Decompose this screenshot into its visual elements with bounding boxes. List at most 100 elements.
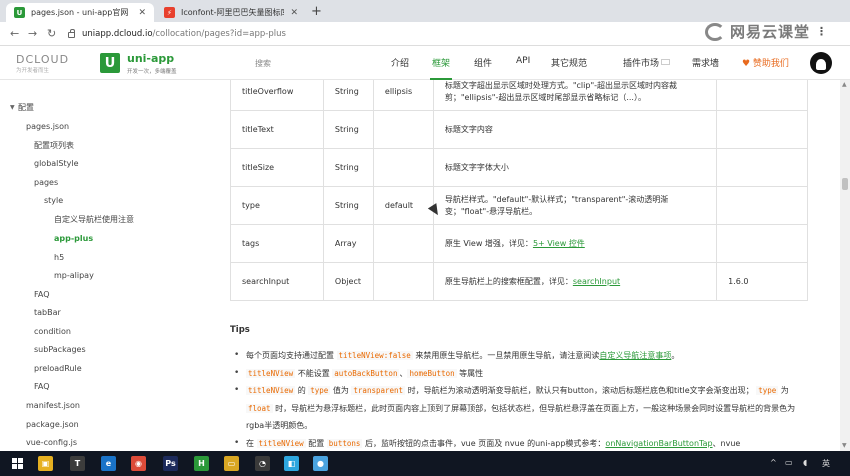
- inline-code: titleNView: [256, 438, 306, 448]
- windows-start-icon[interactable]: [12, 458, 23, 469]
- files-icon[interactable]: ▣: [38, 456, 53, 471]
- custom-nav-notes-link[interactable]: 自定义导航注意事项: [599, 351, 671, 360]
- cell-version: [716, 148, 808, 187]
- browser-tab-uniapp[interactable]: U pages.json - uni-app官网 ✕: [6, 3, 154, 22]
- inline-code: type: [308, 386, 331, 395]
- edge-icon[interactable]: e: [101, 456, 116, 471]
- search-input[interactable]: 搜索: [247, 52, 367, 74]
- cell-type: String: [322, 110, 374, 149]
- sidebar-item-h5[interactable]: h5: [54, 253, 64, 262]
- nav-plugin-market-label: 插件市场: [623, 59, 660, 69]
- sidebar-item-subpackages[interactable]: subPackages: [34, 345, 86, 354]
- watermark-text: 网易云课堂: [730, 23, 811, 41]
- tip-text: 配置: [305, 438, 327, 448]
- sidebar-item-condition[interactable]: condition: [34, 327, 71, 336]
- tab-title: Iconfont-阿里巴巴矢量图标库: [181, 8, 285, 17]
- folder-icon[interactable]: ▭: [224, 456, 239, 471]
- sidebar-item-faq[interactable]: FAQ: [34, 290, 50, 299]
- tip-text: 每个页面均支持通过配置: [246, 351, 337, 360]
- tips-list: 每个页面均支持通过配置 titleNView:false 来禁用原生导航栏。一旦…: [232, 347, 812, 451]
- network-icon[interactable]: ▭: [785, 458, 793, 467]
- back-arrow-icon[interactable]: ←: [10, 27, 19, 40]
- sidebar-item-config-list[interactable]: 配置项列表: [34, 140, 74, 151]
- volume-icon[interactable]: ◖: [803, 458, 807, 467]
- sidebar-item-pages-json[interactable]: pages.json: [26, 122, 69, 131]
- searchinput-link[interactable]: searchInput: [573, 277, 620, 286]
- github-icon[interactable]: [810, 52, 832, 74]
- dcloud-slogan: 为开发者而生: [16, 68, 50, 74]
- uniapp-logo-icon[interactable]: U: [100, 53, 120, 73]
- browser-tab-iconfont[interactable]: ⚡ Iconfont-阿里巴巴矢量图标库 ✕: [156, 3, 306, 22]
- sidebar-item-manifest-json[interactable]: manifest.json: [26, 401, 80, 410]
- nav-api[interactable]: API: [516, 56, 530, 66]
- page-scrollbar[interactable]: [840, 80, 850, 451]
- table-row: titleOverflow String ellipsis 标题文字超出显示区域…: [230, 80, 808, 111]
- inline-code: titleNView: [246, 386, 296, 395]
- cell-description: 原生导航栏上的搜索框配置，详见：searchInput: [432, 262, 718, 301]
- main-content: titleOverflow String ellipsis 标题文字超出显示区域…: [185, 80, 840, 451]
- sidebar-item-mp-alipay[interactable]: mp-alipay: [54, 271, 94, 280]
- sidebar-item-faq-2[interactable]: FAQ: [34, 382, 50, 391]
- photoshop-icon[interactable]: Ps: [163, 456, 178, 471]
- cell-version: [716, 186, 808, 225]
- input-method-indicator[interactable]: 英: [822, 458, 830, 469]
- nav-framework[interactable]: 框架: [432, 56, 450, 69]
- nav-plugin-market[interactable]: 插件市场: [623, 56, 671, 69]
- inline-code: homeButton: [407, 368, 457, 378]
- sidebar-item-custom-navbar-notes[interactable]: 自定义导航栏使用注意: [54, 214, 134, 225]
- reload-icon[interactable]: ↻: [47, 27, 56, 40]
- tip-text: 等属性: [456, 368, 484, 378]
- scroll-up-arrow-icon[interactable]: ▲: [842, 81, 847, 88]
- cell-description: 原生 View 增强，详见：5+ View 控件: [432, 224, 718, 263]
- sidebar-item-vue-config-js[interactable]: vue-config.js: [26, 438, 77, 447]
- typora-icon[interactable]: T: [70, 456, 85, 471]
- caret-down-icon[interactable]: ▼: [10, 104, 15, 111]
- sidebar-item-globalstyle[interactable]: globalStyle: [34, 159, 79, 168]
- cell-description: 标题文字内容: [432, 110, 718, 149]
- browser-tab-strip: U pages.json - uni-app官网 ✕ ⚡ Iconfont-阿里…: [0, 0, 850, 22]
- table-row: searchInput Object 原生导航栏上的搜索框配置，详见：searc…: [230, 262, 808, 301]
- inline-code: buttons: [326, 438, 363, 448]
- cell-name: titleOverflow: [230, 80, 324, 111]
- app-icon[interactable]: ◧: [284, 456, 299, 471]
- sidebar-item-preloadrule[interactable]: preloadRule: [34, 364, 82, 373]
- wechat-devtools-icon[interactable]: ◔: [255, 456, 270, 471]
- chrome-icon[interactable]: ◉: [131, 456, 146, 471]
- nav-other-specs[interactable]: 其它规范: [551, 56, 587, 69]
- sponsor-link[interactable]: ♥ 赞助我们: [742, 56, 789, 69]
- view-controls-link[interactable]: 5+ View 控件: [533, 239, 585, 248]
- url-field[interactable]: uniapp.dcloud.io/collocation/pages?id=ap…: [68, 26, 708, 42]
- new-tab-button[interactable]: +: [311, 4, 322, 19]
- more-icon[interactable]: ⋮: [816, 25, 828, 38]
- close-icon[interactable]: ✕: [138, 8, 146, 18]
- sidebar-item-tabbar[interactable]: tabBar: [34, 308, 61, 317]
- inline-code: titleNView:false: [336, 351, 413, 360]
- iconfont-favicon-icon: ⚡: [164, 7, 175, 18]
- record-icon[interactable]: ●: [313, 456, 328, 471]
- cell-description-text: 原生 View 增强，详见：: [444, 238, 533, 248]
- nav-components[interactable]: 组件: [474, 56, 492, 69]
- sidebar-item-style[interactable]: style: [44, 196, 63, 205]
- dcloud-logo[interactable]: DCLOUD 为开发者而生: [16, 53, 69, 74]
- nav-wishlist[interactable]: 需求墙: [692, 56, 719, 69]
- sidebar-item-app-plus[interactable]: app-plus: [54, 234, 93, 243]
- tip-text: 值为: [330, 386, 352, 395]
- tip-text: 后，监听按钮的点击事件，vue 页面及 nvue 的uni-app模式参考：: [362, 438, 606, 448]
- scroll-down-arrow-icon[interactable]: ▼: [842, 442, 847, 449]
- scrollbar-thumb[interactable]: [842, 178, 848, 190]
- inline-code: autoBackButton: [332, 368, 400, 378]
- cell-type: String: [322, 80, 374, 111]
- hbuilder-icon[interactable]: H: [194, 456, 209, 471]
- close-icon[interactable]: ✕: [290, 8, 298, 18]
- nav-intro[interactable]: 介绍: [391, 56, 409, 69]
- navbar-button-tap-link[interactable]: onNavigationBarButtonTap: [605, 439, 712, 448]
- chevron-up-icon[interactable]: ^: [770, 458, 777, 467]
- tip-text: 为: [778, 386, 789, 395]
- list-item: 每个页面均支持通过配置 titleNView:false 来禁用原生导航栏。一旦…: [232, 347, 812, 365]
- uniapp-name[interactable]: uni-app: [127, 52, 174, 65]
- sidebar-item-config[interactable]: 配置: [18, 102, 34, 113]
- sidebar-item-package-json[interactable]: package.json: [26, 420, 79, 429]
- sidebar-item-pages[interactable]: pages: [34, 178, 58, 187]
- forward-arrow-icon[interactable]: →: [28, 27, 37, 40]
- tip-text: 时，导航栏为滚动透明渐变导航栏，默认只有button，滚动后标题栏底色和titl…: [405, 386, 757, 395]
